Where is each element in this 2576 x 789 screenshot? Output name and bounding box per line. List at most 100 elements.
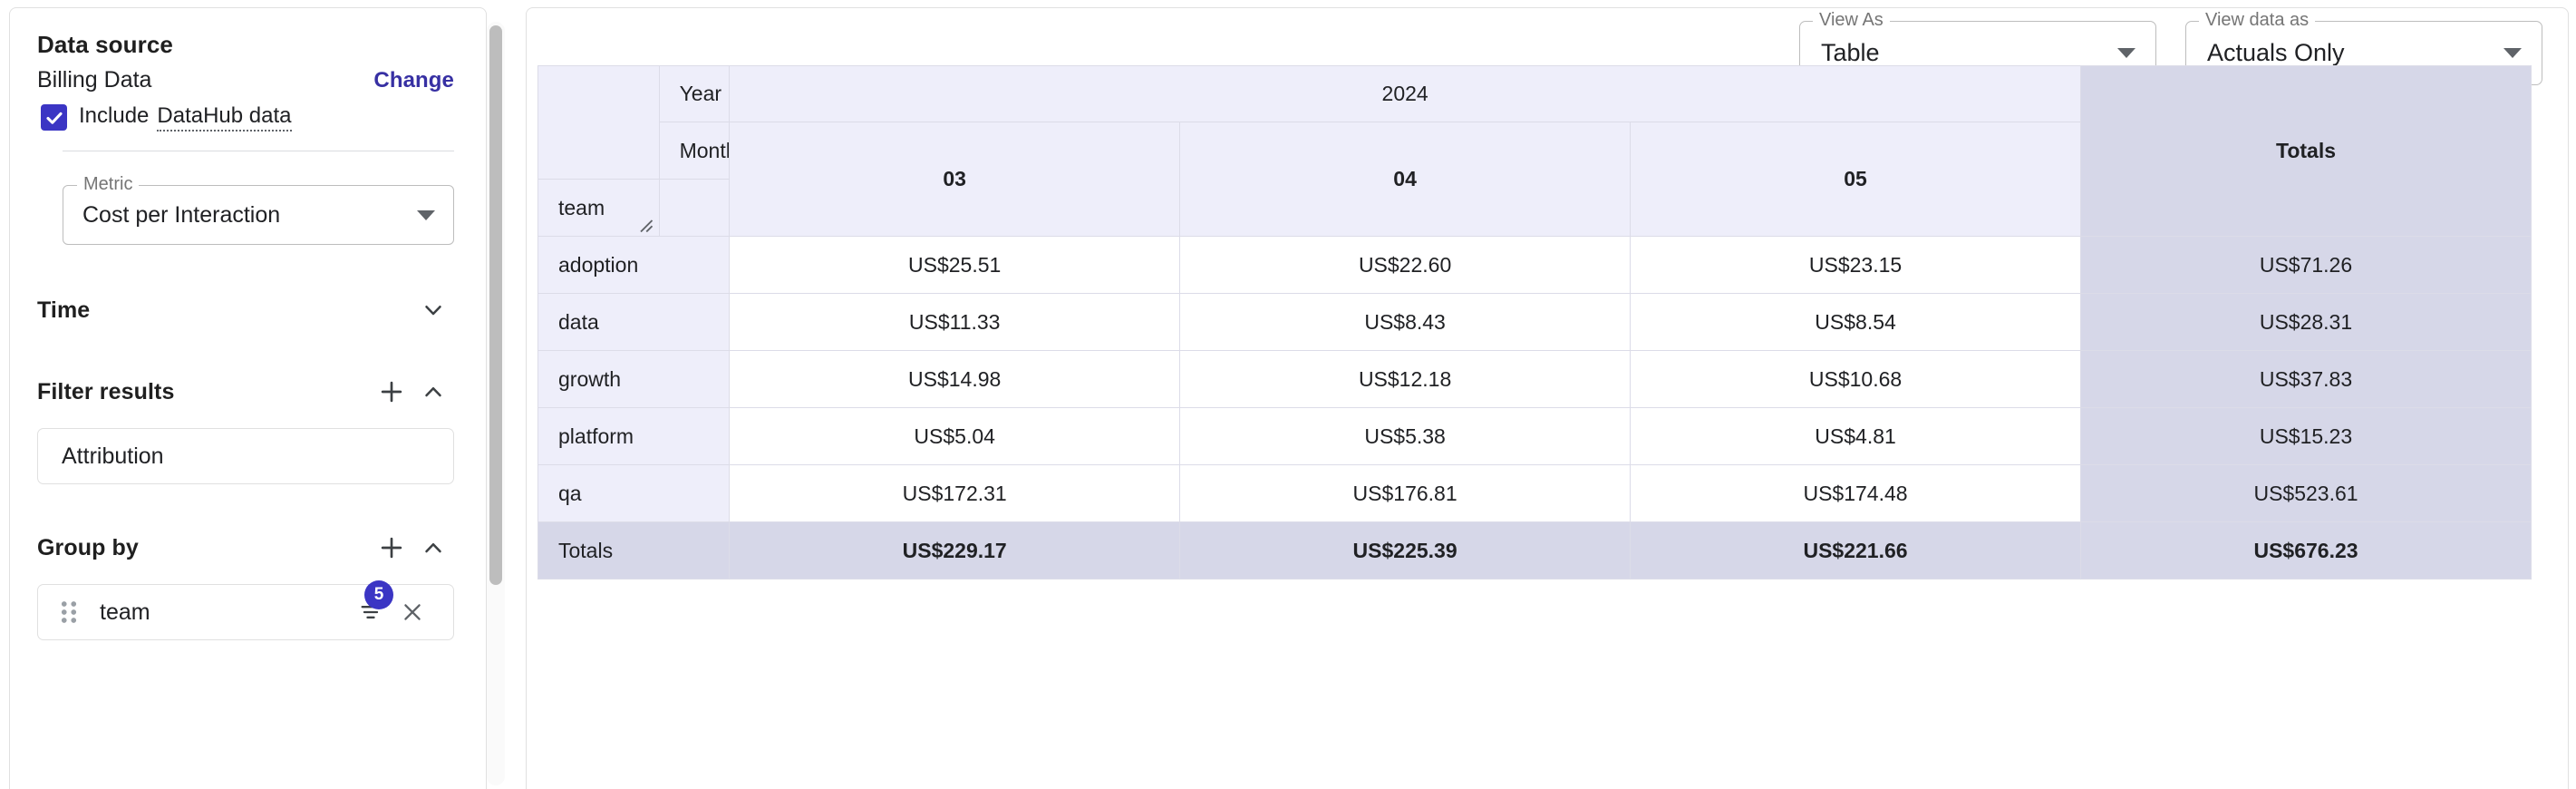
row-label-adoption: adoption: [537, 237, 730, 294]
plus-icon: [377, 377, 406, 406]
totals-column-header: Totals: [2081, 65, 2532, 237]
table-row[interactable]: qa US$172.31 US$176.81 US$174.48 US$523.…: [537, 465, 2532, 522]
remove-group-by-button[interactable]: [392, 594, 433, 630]
metric-select[interactable]: Metric Cost per Interaction: [63, 185, 454, 245]
dimension-label-month: Month: [660, 122, 731, 180]
group-by-chip-actions: 5: [350, 594, 433, 630]
row-label-platform: platform: [537, 408, 730, 465]
table-row[interactable]: platform US$5.04 US$5.38 US$4.81 US$15.2…: [537, 408, 2532, 465]
section-group-by[interactable]: Group by: [37, 530, 454, 566]
chevron-down-icon: [2117, 48, 2135, 58]
cell-data-03: US$11.33: [730, 294, 1180, 351]
row-label-totals: Totals: [537, 522, 730, 580]
row-label-growth: growth: [537, 351, 730, 408]
row-dimension-label-team: team: [537, 180, 660, 237]
data-source-heading: Data source: [37, 30, 454, 60]
cell-adoption-03: US$25.51: [730, 237, 1180, 294]
include-datahub-label: Include DataHub data: [79, 103, 292, 132]
plus-icon: [377, 533, 406, 562]
metric-legend: Metric: [77, 175, 139, 193]
section-time[interactable]: Time: [37, 292, 454, 328]
data-source-name: Billing Data: [37, 65, 151, 95]
view-data-as-value: Actuals Only: [2207, 39, 2503, 67]
cell-growth-total: US$37.83: [2081, 351, 2532, 408]
six-dot-grid-icon: [59, 599, 79, 626]
metric-value: Cost per Interaction: [82, 202, 417, 229]
month-header-04: 04: [1180, 122, 1631, 237]
datahub-data-tooltip-link[interactable]: DataHub data: [157, 103, 291, 132]
view-data-as-legend: View data as: [2199, 11, 2315, 29]
chevron-down-icon: [420, 297, 447, 324]
chevron-down-icon: [417, 210, 435, 220]
month-header-03: 03: [730, 122, 1180, 237]
cell-platform-total: US$15.23: [2081, 408, 2532, 465]
cell-qa-total: US$523.61: [2081, 465, 2532, 522]
cell-growth-05: US$10.68: [1631, 351, 2081, 408]
column-resize-handle-icon[interactable]: [636, 215, 654, 233]
include-prefix-text: Include: [79, 103, 149, 132]
main-card: View As Table View data as Actuals Only: [526, 7, 2569, 789]
chevron-up-icon: [420, 534, 447, 561]
filter-chip-label: Attribution: [62, 443, 433, 470]
check-icon: [44, 108, 64, 128]
change-data-source-link[interactable]: Change: [373, 68, 454, 93]
team-row-spacer-cell: [660, 180, 731, 237]
section-title-group-by: Group by: [37, 535, 371, 561]
chevron-up-icon: [420, 378, 447, 405]
cell-growth-03: US$14.98: [730, 351, 1180, 408]
row-label-data: data: [537, 294, 730, 351]
group-by-chip-team[interactable]: team 5: [37, 584, 454, 640]
cost-explorer-app: Data source Billing Data Change Include …: [0, 0, 2576, 789]
cell-total-04: US$225.39: [1180, 522, 1631, 580]
table-row[interactable]: adoption US$25.51 US$22.60 US$23.15 US$7…: [537, 237, 2532, 294]
row-label-qa: qa: [537, 465, 730, 522]
year-header-2024: 2024: [730, 65, 2081, 122]
view-as-value: Table: [1821, 39, 2117, 67]
left-sidebar: Data source Billing Data Change Include …: [0, 0, 521, 789]
expand-time-icon[interactable]: [412, 292, 454, 328]
dimension-label-year: Year: [660, 65, 731, 122]
sidebar-scrollbar-thumb[interactable]: [489, 25, 502, 585]
month-header-05: 05: [1631, 122, 2081, 237]
cell-adoption-05: US$23.15: [1631, 237, 2081, 294]
include-datahub-row[interactable]: Include DataHub data: [41, 103, 454, 132]
cell-total-05: US$221.66: [1631, 522, 2081, 580]
sidebar-card: Data source Billing Data Change Include …: [9, 7, 487, 789]
cell-platform-04: US$5.38: [1180, 408, 1631, 465]
data-source-row: Billing Data Change: [37, 65, 454, 95]
table-row[interactable]: data US$11.33 US$8.43 US$8.54 US$28.31: [537, 294, 2532, 351]
main-panel: View As Table View data as Actuals Only: [521, 0, 2576, 789]
table-header-row-year: Year 2024 Totals: [537, 65, 2532, 122]
close-icon: [400, 599, 425, 625]
cell-platform-05: US$4.81: [1631, 408, 2081, 465]
drag-handle-icon[interactable]: [53, 599, 85, 626]
cell-adoption-04: US$22.60: [1180, 237, 1631, 294]
include-datahub-checkbox[interactable]: [41, 104, 67, 131]
group-by-filter-count-badge: 5: [364, 580, 393, 609]
cell-data-04: US$8.43: [1180, 294, 1631, 351]
cell-qa-03: US$172.31: [730, 465, 1180, 522]
table-row-totals[interactable]: Totals US$229.17 US$225.39 US$221.66 US$…: [537, 522, 2532, 580]
resize-grip-icon: [636, 216, 654, 234]
sidebar-scrollbar-track[interactable]: [487, 22, 505, 785]
cell-grand-total: US$676.23: [2081, 522, 2532, 580]
view-as-legend: View As: [1813, 11, 1890, 29]
cell-data-05: US$8.54: [1631, 294, 2081, 351]
collapse-filter-icon[interactable]: [412, 374, 454, 410]
cell-qa-04: US$176.81: [1180, 465, 1631, 522]
chevron-down-icon: [2503, 48, 2522, 58]
cell-qa-05: US$174.48: [1631, 465, 2081, 522]
cell-total-03: US$229.17: [730, 522, 1180, 580]
section-filter-results[interactable]: Filter results: [37, 374, 454, 410]
add-group-by-button[interactable]: [371, 530, 412, 566]
collapse-group-by-icon[interactable]: [412, 530, 454, 566]
corner-cell-blank: [537, 65, 660, 180]
add-filter-button[interactable]: [371, 374, 412, 410]
filter-chip-attribution[interactable]: Attribution: [37, 428, 454, 484]
section-title-time: Time: [37, 297, 412, 324]
table-row[interactable]: growth US$14.98 US$12.18 US$10.68 US$37.…: [537, 351, 2532, 408]
cell-growth-04: US$12.18: [1180, 351, 1631, 408]
sidebar-scrollbar[interactable]: [487, 9, 516, 780]
cell-adoption-total: US$71.26: [2081, 237, 2532, 294]
pivot-table: Year 2024 Totals Month 03 04 05: [537, 65, 2532, 580]
